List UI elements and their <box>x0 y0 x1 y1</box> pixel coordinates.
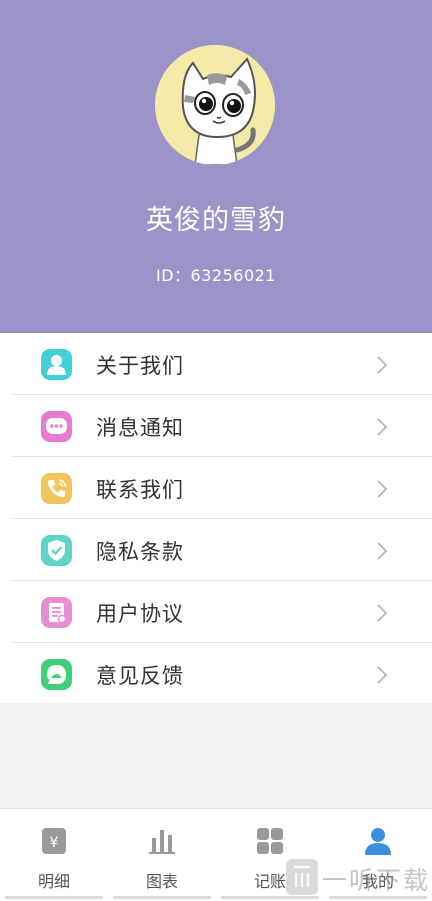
cat-avatar-icon <box>155 45 275 165</box>
ledger-icon: ¥ <box>42 828 66 854</box>
menu-item-contact-us[interactable]: 联系我们 <box>0 457 432 519</box>
chevron-right-icon <box>377 542 388 560</box>
chevron-right-icon <box>377 604 388 622</box>
svg-text:¥: ¥ <box>50 835 59 851</box>
document-icon <box>41 597 72 628</box>
chat-icon <box>41 411 72 442</box>
tab-charts[interactable]: 图表 <box>108 809 216 901</box>
user-icon <box>41 349 72 380</box>
chevron-right-icon <box>377 356 388 374</box>
bar-chart-icon <box>149 830 175 854</box>
watermark-logo-icon <box>286 859 318 895</box>
profile-header: 英俊的雪豹 ID：63256021 <box>0 0 432 333</box>
watermark: 一听下载 <box>282 855 432 900</box>
shield-icon <box>41 535 72 566</box>
divider <box>5 896 103 899</box>
chevron-right-icon <box>377 480 388 498</box>
tab-label: 明细 <box>37 872 70 891</box>
menu-item-user-agreement[interactable]: 用户协议 <box>0 581 432 643</box>
menu-item-label: 联系我们 <box>96 478 184 502</box>
divider <box>113 896 211 899</box>
person-icon <box>365 828 391 855</box>
settings-menu: 关于我们 消息通知 联系我们 隐私条款 用户协议 意见反馈 <box>0 333 432 703</box>
tab-details[interactable]: ¥ 明细 <box>0 809 108 901</box>
menu-item-notifications[interactable]: 消息通知 <box>0 395 432 457</box>
menu-item-label: 关于我们 <box>96 354 184 378</box>
menu-item-privacy-policy[interactable]: 隐私条款 <box>0 519 432 581</box>
menu-item-label: 消息通知 <box>96 416 184 440</box>
user-id: ID：63256021 <box>156 266 276 285</box>
chevron-right-icon <box>377 666 388 684</box>
grid-icon <box>257 828 283 854</box>
watermark-text: 一听下载 <box>322 866 431 895</box>
chevron-right-icon <box>377 418 388 436</box>
menu-item-label: 用户协议 <box>96 602 184 626</box>
menu-item-feedback[interactable]: 意见反馈 <box>0 643 432 705</box>
username: 英俊的雪豹 <box>146 205 286 236</box>
menu-item-about-us[interactable]: 关于我们 <box>0 333 432 395</box>
phone-icon <box>41 473 72 504</box>
feedback-icon <box>41 659 72 690</box>
avatar[interactable] <box>155 45 275 165</box>
menu-item-label: 意见反馈 <box>96 664 184 688</box>
tab-label: 图表 <box>145 872 178 891</box>
menu-item-label: 隐私条款 <box>96 540 184 564</box>
